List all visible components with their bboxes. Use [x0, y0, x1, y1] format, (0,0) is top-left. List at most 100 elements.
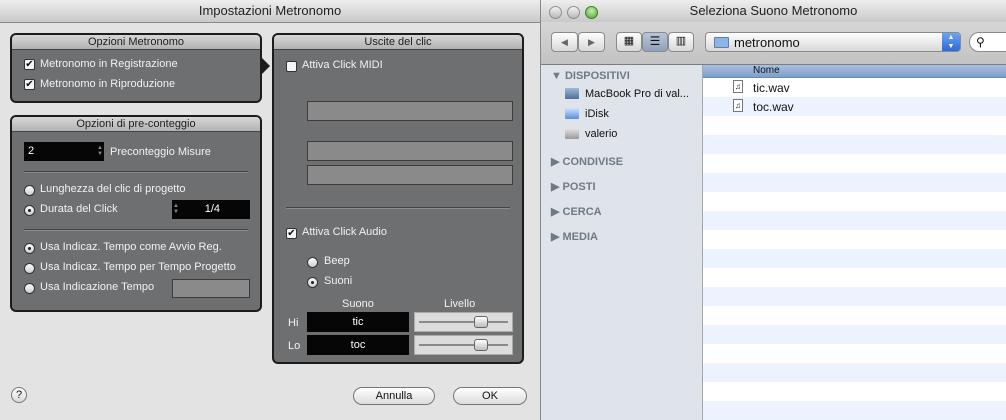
finder-toolbar: ◀ ▶ ▦ ☰ ▥ metronomo ▲ ▼ ⚲ [541, 22, 1006, 65]
back-button[interactable]: ◀ [551, 32, 578, 52]
tempo-project-radio[interactable] [24, 263, 35, 274]
audio-file-icon: ♫ [733, 99, 743, 112]
tempo-start-radio[interactable] [24, 243, 35, 254]
audio-click-checkbox[interactable]: ✔ [286, 228, 297, 239]
use-tempo-radio[interactable] [24, 283, 35, 294]
sound-column-header: Suono [342, 298, 374, 310]
tempo-start-label: Usa Indicaz. Tempo come Avvio Reg. [40, 241, 222, 253]
precount-bars-field[interactable]: 2 [24, 142, 104, 161]
precount-bars-stepper-icon[interactable]: ▲ ▼ [97, 145, 103, 157]
sidebar-section-search[interactable]: ▶ CERCA [551, 205, 602, 218]
sidebar-section-places[interactable]: ▶ POSTI [551, 180, 596, 193]
idisk-icon [565, 108, 579, 119]
search-icon: ⚲ [976, 35, 985, 49]
empty-row [703, 382, 1006, 401]
search-field[interactable]: ⚲ [969, 32, 1006, 52]
select-sound-window: Seleziona Suono Metronomo ◀ ▶ ▦ ☰ ▥ metr… [541, 0, 1006, 420]
name-column-header[interactable]: Nome [703, 65, 1006, 78]
disclosure-closed-icon: ▶ [551, 231, 563, 243]
midi-velocity-field[interactable] [307, 165, 513, 185]
midi-note-field[interactable] [307, 141, 513, 161]
divider [286, 207, 510, 209]
sidebar-section-media[interactable]: ▶ MEDIA [551, 230, 598, 243]
sidebar-section-devices[interactable]: ▼ DISPOSITIVI [551, 70, 630, 82]
click-duration-value: 1/4 [204, 203, 220, 215]
dropdown-arrows-icon: ▲ ▼ [942, 33, 960, 51]
minimize-window-icon[interactable] [567, 6, 580, 19]
sidebar-section-shared[interactable]: ▶ CONDIVISE [551, 155, 623, 168]
empty-row [703, 287, 1006, 306]
laptop-icon [565, 88, 579, 99]
slider-track [419, 344, 508, 346]
slider-knob[interactable] [474, 316, 488, 328]
precount-bars-value: 2 [28, 145, 35, 157]
disclosure-closed-icon: ▶ [551, 181, 563, 193]
midi-port-field[interactable] [307, 101, 513, 121]
empty-row [703, 116, 1006, 135]
click-outputs-title: Uscite del clic [274, 35, 522, 50]
hi-sound-value: tic [352, 316, 364, 328]
precount-options-panel: Opzioni di pre-conteggio 2 ▲ ▼ Precontegg… [10, 115, 262, 312]
hi-sound-field[interactable]: tic [307, 312, 409, 332]
metronome-options-panel: Opzioni Metronomo ✔ Metronomo in Registr… [10, 33, 262, 103]
empty-row [703, 401, 1006, 420]
empty-row [703, 306, 1006, 325]
lo-label: Lo [288, 340, 301, 352]
finder-sidebar: ▼ DISPOSITIVI MacBook Pro di val... iDis… [541, 65, 703, 420]
precount-bars-label: Preconteggio Misure [110, 146, 211, 158]
click-duration-radio[interactable] [24, 205, 35, 216]
folder-icon [714, 37, 729, 48]
slider-track [419, 321, 508, 323]
audio-file-icon: ♫ [733, 80, 743, 93]
file-name: toc.wav [753, 100, 794, 114]
click-duration-label: Durata del Click [40, 203, 118, 215]
zoom-window-icon[interactable] [585, 6, 598, 19]
metronome-settings-window: Impostazioni Metronomo Opzioni Metronomo… [0, 0, 541, 420]
file-row[interactable]: ♫ tic.wav [703, 78, 1006, 97]
slider-knob[interactable] [474, 339, 488, 351]
sounds-radio[interactable] [307, 277, 318, 288]
project-click-length-radio[interactable] [24, 185, 35, 196]
record-metronome-checkbox[interactable]: ✔ [24, 59, 35, 70]
hi-level-slider[interactable] [414, 312, 513, 332]
play-metronome-checkbox[interactable]: ✔ [24, 79, 35, 90]
beep-radio[interactable] [307, 257, 318, 268]
sidebar-item-macbook[interactable]: MacBook Pro di val... [565, 88, 689, 100]
click-duration-field[interactable]: 1/4 [172, 200, 250, 219]
tempo-field[interactable] [172, 279, 250, 298]
empty-row [703, 154, 1006, 173]
help-button[interactable]: ? [11, 387, 27, 403]
click-outputs-panel: Uscite del clic Attiva Click MIDI ✔ Atti… [272, 33, 524, 364]
sidebar-item-idisk[interactable]: iDisk [565, 108, 609, 120]
midi-click-checkbox[interactable] [286, 61, 297, 72]
path-label: metronomo [734, 35, 800, 50]
record-metronome-label: Metronomo in Registrazione [40, 58, 178, 70]
file-list: Nome ♫ tic.wav ♫ toc.wav [703, 65, 1006, 420]
empty-row [703, 211, 1006, 230]
forward-button[interactable]: ▶ [578, 32, 605, 52]
disclosure-closed-icon: ▶ [551, 206, 563, 218]
ok-button[interactable]: OK [453, 387, 527, 405]
divider [24, 229, 248, 231]
icon-view-button[interactable]: ▦ [616, 32, 642, 52]
empty-row [703, 268, 1006, 287]
click-duration-stepper-icon[interactable]: ▲ ▼ [173, 203, 179, 215]
empty-row [703, 249, 1006, 268]
column-view-button[interactable]: ▥ [668, 32, 694, 52]
lo-level-slider[interactable] [414, 335, 513, 355]
empty-row [703, 192, 1006, 211]
cancel-button[interactable]: Annulla [353, 387, 435, 405]
empty-row [703, 344, 1006, 363]
list-view-button[interactable]: ☰ [642, 32, 668, 52]
precount-options-title: Opzioni di pre-conteggio [12, 117, 260, 132]
lo-sound-field[interactable]: toc [307, 335, 409, 355]
project-click-length-label: Lunghezza del clic di progetto [40, 183, 186, 195]
sidebar-item-valerio[interactable]: valerio [565, 128, 617, 140]
finder-window-title: Seleziona Suono Metronomo [689, 3, 858, 18]
close-window-icon[interactable] [549, 6, 562, 19]
empty-row [703, 230, 1006, 249]
disclosure-closed-icon: ▶ [551, 156, 563, 168]
path-dropdown[interactable]: metronomo ▲ ▼ [705, 32, 961, 52]
file-row[interactable]: ♫ toc.wav [703, 97, 1006, 116]
use-tempo-label: Usa Indicazione Tempo [40, 281, 155, 293]
